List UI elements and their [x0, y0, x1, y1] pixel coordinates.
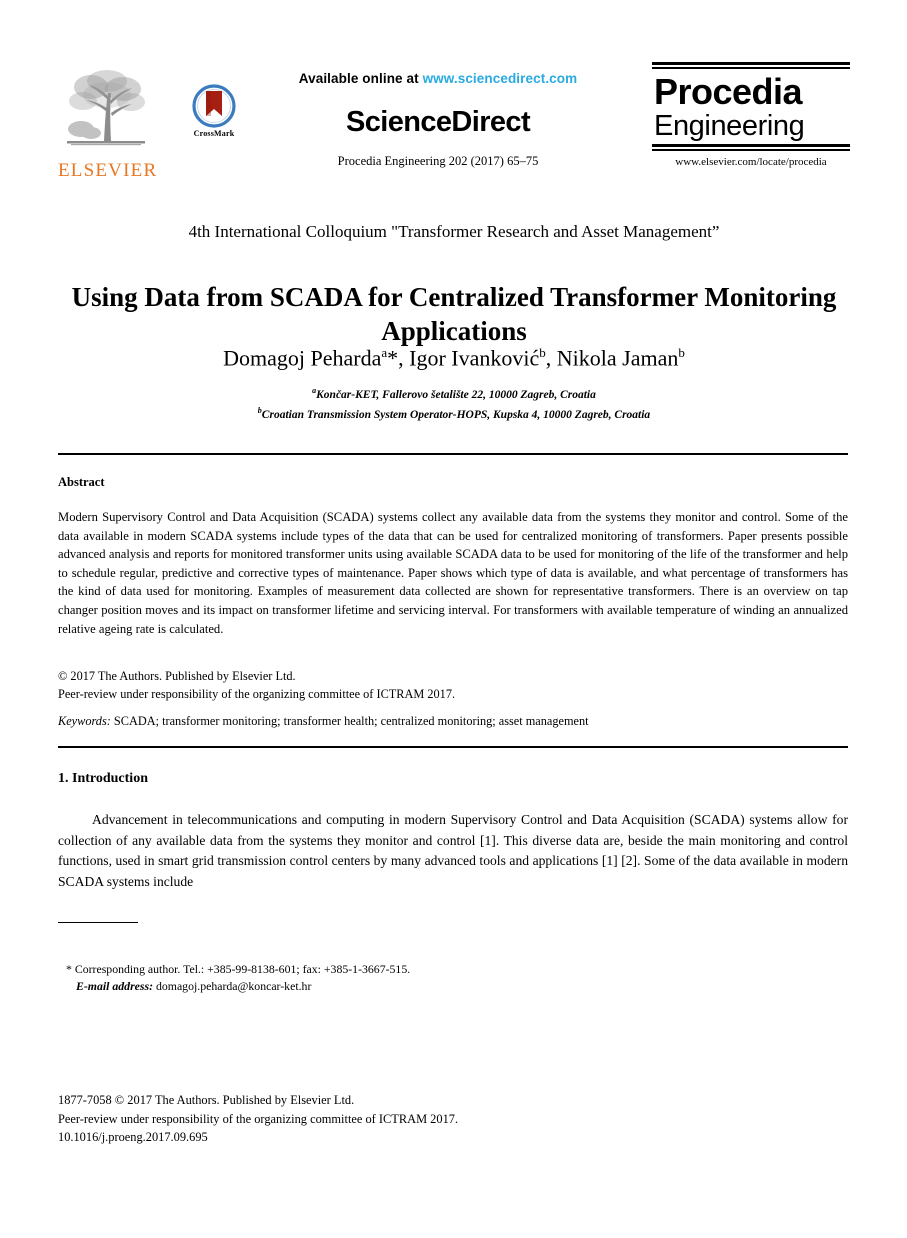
journal-homepage-url[interactable]: www.elsevier.com/locate/procedia [652, 156, 850, 168]
email-value[interactable]: domagoj.peharda@koncar-ket.hr [153, 979, 311, 993]
crossmark-label: CrossMark [193, 129, 235, 138]
sciencedirect-link[interactable]: www.sciencedirect.com [423, 71, 578, 86]
copyright-line-1: © 2017 The Authors. Published by Elsevie… [58, 669, 296, 683]
corresponding-author-note: * Corresponding author. Tel.: +385-99-81… [66, 962, 411, 976]
sciencedirect-block: Available online at www.sciencedirect.co… [238, 71, 638, 169]
abstract-copyright: © 2017 The Authors. Published by Elsevie… [58, 668, 848, 703]
available-online-prefix: Available online at [298, 71, 423, 86]
author-list: Domagoj Pehardaa*, Igor Ivankovićb, Niko… [223, 345, 685, 371]
elsevier-wordmark: ELSEVIER [58, 160, 158, 181]
section-heading-introduction: 1. Introduction [58, 771, 148, 786]
affiliation-a: aKončar-KET, Fallerovo šetalište 22, 100… [58, 383, 850, 403]
keywords-label: Keywords: [58, 714, 111, 728]
affiliation-b-text: Croatian Transmission System Operator-HO… [261, 408, 651, 421]
elsevier-logo: ELSEVIER [58, 67, 158, 185]
doi-line: 10.1016/j.proeng.2017.09.695 [58, 1130, 208, 1144]
abstract-bottom-divider [58, 746, 848, 748]
abstract-text: Modern Supervisory Control and Data Acqu… [58, 510, 848, 636]
series-citation: Procedia Engineering 202 (2017) 65–75 [337, 154, 539, 168]
procedia-word-engineering: Engineering [654, 110, 805, 142]
keywords: Keywords: SCADA; transformer monitoring;… [58, 714, 848, 729]
elsevier-tree-icon [63, 69, 149, 157]
procedia-engineering-logo: Procedia Engineering www.elsevier.com/lo… [652, 62, 850, 168]
email-label: E-mail address: [76, 979, 154, 993]
masthead: ELSEVIER CrossMark Available online at w… [58, 62, 850, 192]
affiliation-a-text: Končar-KET, Fallerovo šetalište 22, 1000… [316, 388, 596, 401]
email-note: E-mail address: domagoj.peharda@koncar-k… [58, 978, 558, 995]
page-footer: 1877-7058 © 2017 The Authors. Published … [58, 1091, 658, 1147]
footnote-block: * Corresponding author. Tel.: +385-99-81… [58, 961, 558, 995]
peer-review-line: Peer-review under responsibility of the … [58, 686, 456, 701]
conference-line: 4th International Colloquium "Transforme… [188, 222, 720, 241]
procedia-bottom-rule [652, 144, 850, 151]
affiliation-b: bCroatian Transmission System Operator-H… [58, 403, 850, 423]
available-online-line: Available online at www.sciencedirect.co… [238, 71, 638, 86]
abstract-top-divider [58, 453, 848, 455]
introduction-paragraph: Advancement in telecommunications and co… [58, 812, 848, 889]
sciencedirect-wordmark: ScienceDirect [345, 106, 531, 138]
footer-peer-review-line: Peer-review under responsibility of the … [58, 1111, 459, 1126]
affiliation-list: aKončar-KET, Fallerovo šetalište 22, 100… [58, 383, 850, 423]
page-title: Using Data from SCADA for Centralized Tr… [71, 282, 837, 347]
crossmark-icon [192, 84, 236, 128]
keywords-value: SCADA; transformer monitoring; transform… [110, 714, 589, 728]
footnote-divider [58, 922, 138, 923]
abstract-heading: Abstract [58, 475, 105, 489]
procedia-top-rule [652, 62, 850, 69]
procedia-word-procedia: Procedia [654, 71, 803, 112]
issn-copyright-line: 1877-7058 © 2017 The Authors. Published … [58, 1093, 355, 1107]
paper-page: ELSEVIER CrossMark Available online at w… [0, 0, 907, 1238]
crossmark-logo[interactable]: CrossMark [183, 84, 245, 138]
